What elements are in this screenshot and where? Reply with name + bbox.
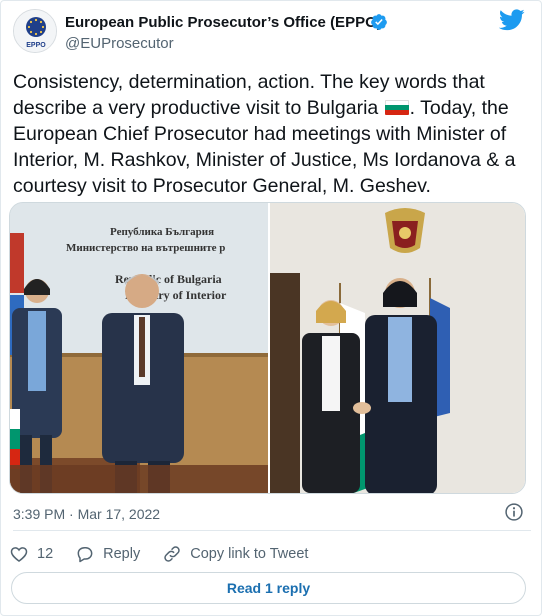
action-bar: 12 Reply Copy link to Tweet bbox=[9, 543, 330, 565]
reply-button[interactable]: Reply bbox=[75, 544, 140, 564]
bulgaria-flag-icon bbox=[384, 100, 409, 115]
reply-label: Reply bbox=[103, 546, 141, 562]
twitter-bird-icon[interactable] bbox=[499, 9, 525, 31]
verified-badge-icon bbox=[371, 14, 387, 30]
read-replies-button[interactable]: Read 1 reply bbox=[11, 572, 526, 604]
reply-bubble-icon bbox=[77, 547, 93, 563]
media-grid[interactable]: Република България Министерство на вътре… bbox=[9, 202, 526, 494]
avatar-text: EPPO bbox=[26, 42, 46, 49]
photo-left-scene: Република България Министерство на вътре… bbox=[10, 203, 268, 493]
author-handle[interactable]: @EUProsecutor bbox=[65, 35, 174, 52]
photo-right-scene bbox=[270, 203, 525, 493]
copy-link-label: Copy link to Tweet bbox=[190, 546, 309, 562]
sign-line-1: Република България bbox=[110, 226, 214, 238]
avatar[interactable]: EPPO bbox=[13, 9, 57, 53]
link-icon bbox=[164, 546, 180, 562]
divider bbox=[13, 530, 531, 531]
tweet-timestamp[interactable]: 3:39 PM · Mar 17, 2022 bbox=[13, 506, 160, 522]
author-name[interactable]: European Public Prosecutor’s Office (EPP… bbox=[65, 14, 382, 31]
coat-of-arms-icon bbox=[385, 208, 425, 253]
like-button[interactable]: 12 bbox=[9, 544, 53, 564]
sign-line-2: Министерство на вътрешните р bbox=[66, 242, 225, 254]
heart-icon bbox=[10, 547, 28, 563]
photo-prosecutor-general[interactable] bbox=[270, 203, 525, 493]
info-icon[interactable] bbox=[504, 502, 524, 522]
eppo-logo-icon: EPPO bbox=[14, 10, 56, 52]
tweet-card[interactable]: EPPO European Public Prosecutor’s Office… bbox=[0, 0, 542, 616]
like-count: 12 bbox=[37, 546, 54, 562]
photo-ministry-interior[interactable]: Република България Министерство на вътре… bbox=[10, 203, 268, 493]
copy-link-button[interactable]: Copy link to Tweet bbox=[162, 544, 308, 564]
tweet-text: Consistency, determination, action. The … bbox=[13, 69, 533, 199]
